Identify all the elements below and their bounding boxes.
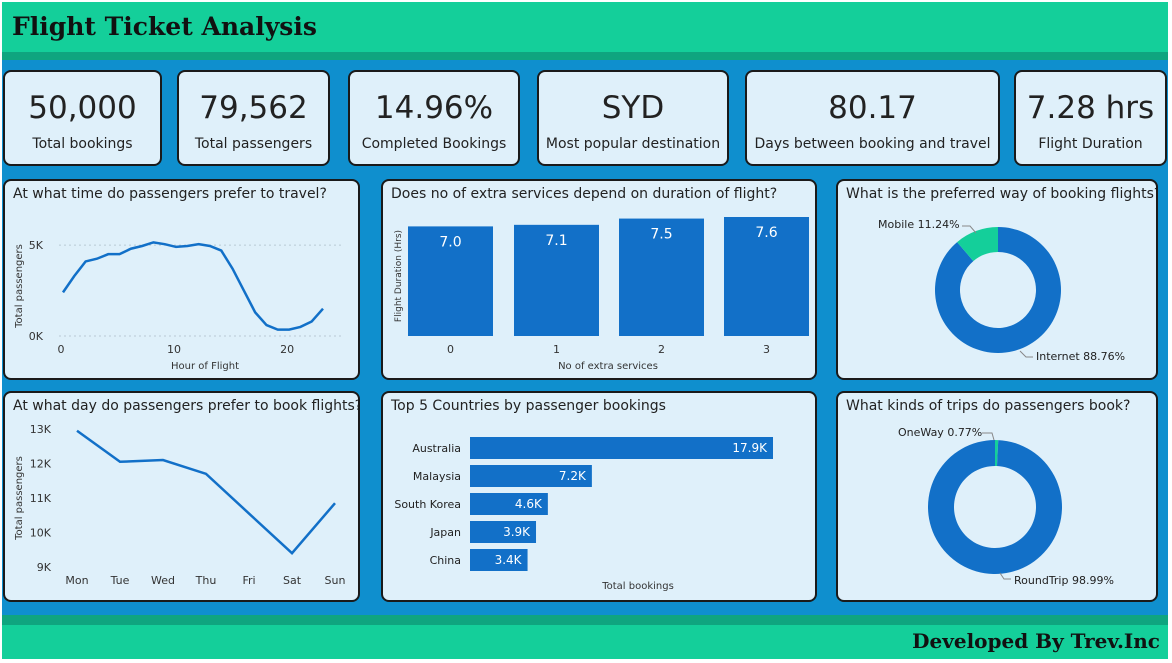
kpi-label: Completed Bookings [361, 136, 507, 152]
kpi-card-total-passengers[interactable]: 79,562 Total passengers [177, 70, 330, 166]
series-line [76, 429, 336, 555]
x-tick-label: Thu [195, 574, 217, 587]
bar-data-label: 17.9K [732, 441, 768, 455]
chart-channel-svg: Mobile 11.24% Internet 88.76% [878, 218, 1125, 363]
bar [470, 437, 773, 459]
x-tick-label: 10 [167, 343, 181, 356]
footer-credit: Developed By Trev.Inc [912, 629, 1160, 653]
kpi-label: Total bookings [32, 136, 133, 152]
x-tick-label: Tue [110, 574, 130, 587]
bar-data-label: 7.1 [545, 233, 567, 249]
panel-travel-hour[interactable]: At what time do passengers prefer to tra… [3, 179, 360, 380]
chart-trips-svg: OneWay 0.77% RoundTrip 98.99% [898, 426, 1114, 587]
slice-label: OneWay 0.77% [898, 426, 982, 439]
x-axis-label: Hour of Flight [171, 361, 239, 372]
page-title: Flight Ticket Analysis [12, 12, 317, 41]
x-axis-label: No of extra services [558, 361, 658, 372]
panel-trip-types[interactable]: What kinds of trips do passengers book? … [836, 391, 1158, 602]
slice-label: RoundTrip 98.99% [1014, 574, 1114, 587]
header-bar: Flight Ticket Analysis [2, 2, 1168, 60]
y-axis-label: Flight Duration (Hrs) [394, 230, 404, 322]
footer-bar: Developed By Trev.Inc [2, 615, 1168, 659]
kpi-value: 50,000 [28, 90, 137, 126]
donut-slice [928, 440, 1062, 574]
y-tick-label: 12K [30, 458, 52, 471]
bar-data-label: 7.0 [439, 234, 461, 250]
panel-booking-channel[interactable]: What is the preferred way of booking fli… [836, 179, 1158, 380]
x-tick-label: 0 [447, 343, 454, 356]
x-axis-label: Total bookings [601, 581, 674, 592]
x-tick-label: Wed [151, 574, 175, 587]
kpi-value: 79,562 [199, 90, 308, 126]
y-tick-label: 10K [30, 527, 52, 540]
y-tick-label: 11K [30, 492, 52, 505]
x-tick-label: 20 [280, 343, 294, 356]
slice-label: Mobile 11.24% [878, 218, 960, 231]
kpi-value: 80.17 [828, 90, 917, 126]
y-tick-label: 13K [30, 423, 52, 436]
bar-data-label: 3.4K [495, 553, 523, 567]
chart-countries-svg: 17.9K Australia 7.2K Malaysia 4.6K South Kore… [394, 437, 773, 592]
kpi-card-completed-bookings[interactable]: 14.96% Completed Bookings [348, 70, 520, 166]
y-tick-label: China [430, 554, 461, 567]
chart-services-svg: 7.0 0 7.1 1 7.5 2 7.6 3 No of extra services Flig… [394, 217, 809, 372]
x-tick-label: Fri [242, 574, 255, 587]
x-tick-label: 3 [763, 343, 770, 356]
y-tick-label: 9K [37, 561, 52, 574]
bar-data-label: 7.6 [755, 225, 777, 241]
kpi-card-days-between[interactable]: 80.17 Days between booking and travel [745, 70, 1000, 166]
chart-hour-svg: 0K 5K 0 10 20 Hour of Flight Total passengers [14, 239, 343, 372]
y-tick-label: Australia [412, 442, 461, 455]
x-tick-label: 0 [58, 343, 65, 356]
x-tick-label: 1 [553, 343, 560, 356]
kpi-value: 14.96% [374, 90, 494, 126]
kpi-label: Total passengers [194, 136, 313, 152]
y-tick-label: South Korea [394, 498, 461, 511]
kpi-label: Days between booking and travel [754, 136, 991, 152]
kpi-value: SYD [601, 90, 665, 126]
kpi-label: Most popular destination [545, 136, 721, 152]
kpi-card-flight-duration[interactable]: 7.28 hrs Flight Duration [1014, 70, 1167, 166]
kpi-card-popular-destination[interactable]: SYD Most popular destination [537, 70, 729, 166]
x-tick-label: 2 [658, 343, 665, 356]
kpi-label: Flight Duration [1038, 136, 1143, 152]
panel-top-countries[interactable]: Top 5 Countries by passenger bookings 17… [381, 391, 817, 602]
x-tick-label: Sun [325, 574, 346, 587]
kpi-value: 7.28 hrs [1026, 90, 1155, 126]
panel-booking-day[interactable]: At what day do passengers prefer to book… [3, 391, 360, 602]
y-tick-label: Japan [429, 526, 461, 539]
leader-line [1019, 350, 1033, 358]
bar-data-label: 4.6K [515, 497, 543, 511]
x-tick-label: Sat [283, 574, 302, 587]
chart-day-svg: 13K 12K 11K 10K 9K Mon Tue Wed Thu Fri Sat Sun Total… [14, 423, 346, 587]
bar-data-label: 7.5 [650, 227, 672, 243]
panel-extra-services[interactable]: Does no of extra services depend on dura… [381, 179, 817, 380]
y-axis-label: Total passengers [14, 244, 25, 329]
leader-line [999, 572, 1011, 580]
y-tick-label: 5K [29, 239, 44, 252]
bar-data-label: 3.9K [503, 525, 531, 539]
y-axis-label: Total passengers [14, 456, 25, 541]
kpi-card-total-bookings[interactable]: 50,000 Total bookings [3, 70, 162, 166]
leader-line [982, 432, 995, 441]
y-tick-label: 0K [29, 330, 44, 343]
x-tick-label: Mon [65, 574, 88, 587]
y-tick-label: Malaysia [413, 470, 461, 483]
slice-label: Internet 88.76% [1036, 350, 1125, 363]
series-line [61, 241, 324, 331]
bar-data-label: 7.2K [559, 469, 587, 483]
